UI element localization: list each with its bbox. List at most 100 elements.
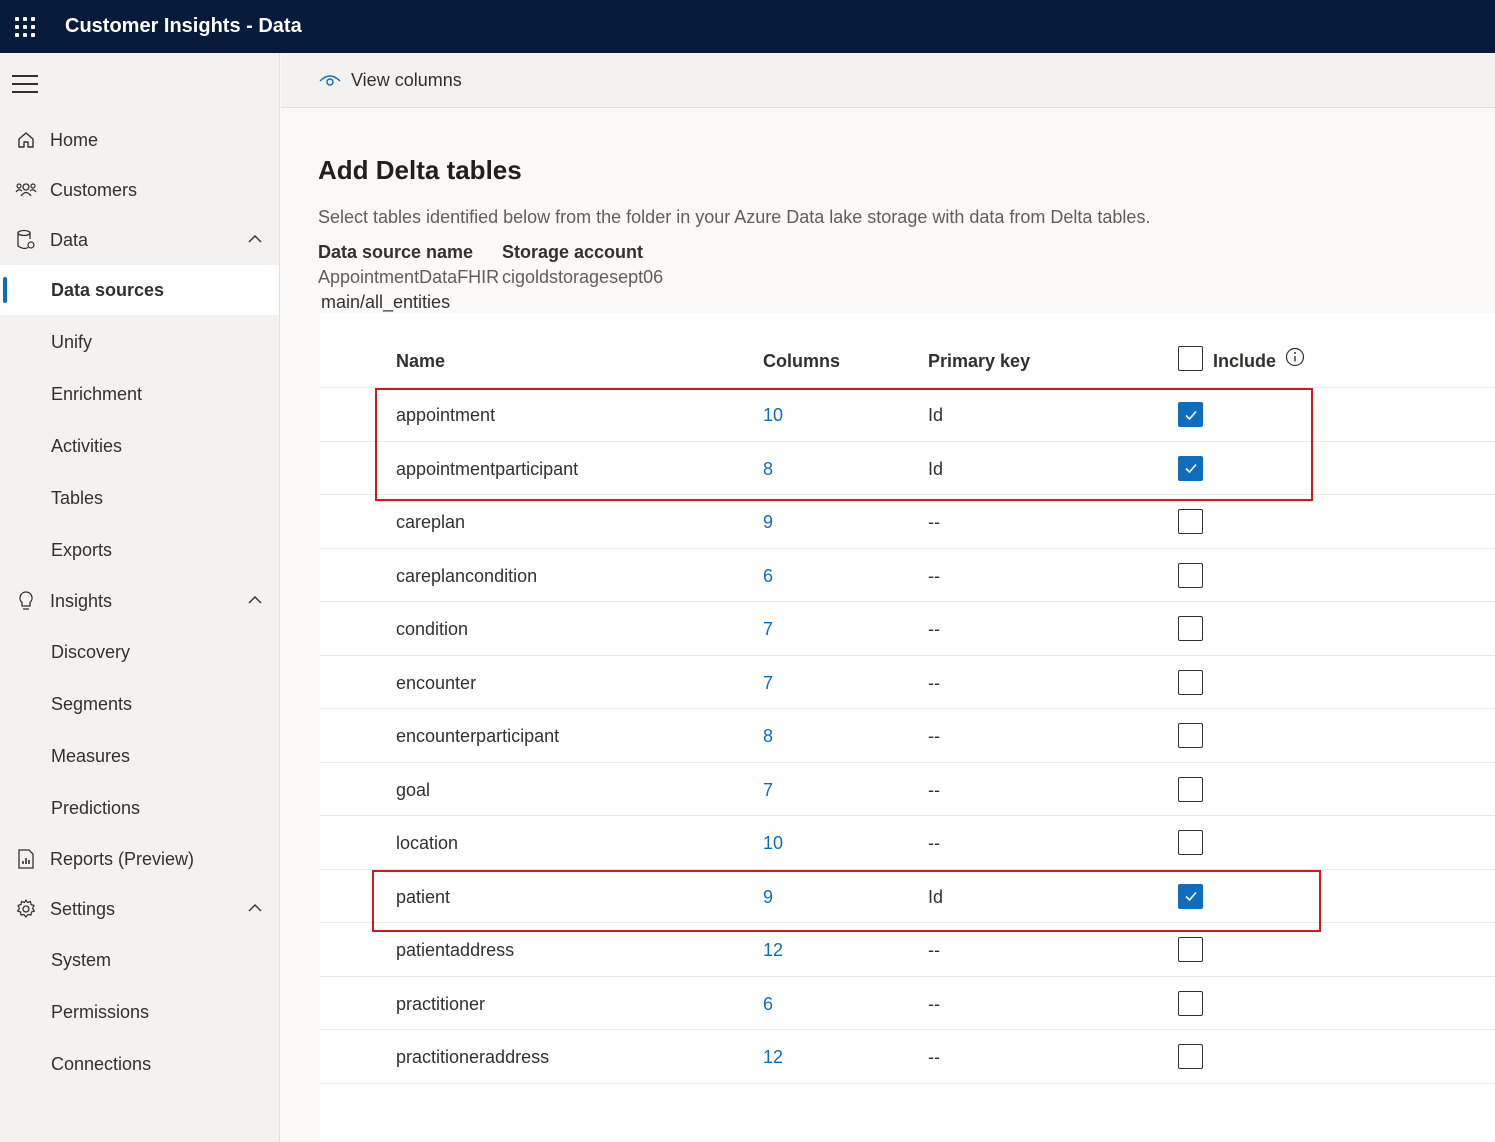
sidebar-item-label: Predictions xyxy=(51,797,141,818)
sidebar-item-label: Segments xyxy=(51,693,133,714)
app-launcher-icon[interactable] xyxy=(0,0,50,53)
row-name: appointmentparticipant xyxy=(396,458,579,479)
sidebar-item-label: System xyxy=(51,949,112,970)
row-columns-link[interactable]: 7 xyxy=(763,619,773,640)
lightbulb-icon xyxy=(14,589,38,613)
sidebar-item-predictions[interactable]: Predictions xyxy=(0,783,279,833)
chevron-up-icon[interactable] xyxy=(247,231,263,247)
table-row[interactable]: appointment 10 Id xyxy=(320,388,1495,442)
sidebar-item-label: Exports xyxy=(51,539,113,560)
sidebar-item-data[interactable]: Data xyxy=(0,215,279,265)
table-row[interactable]: practitioneraddress 12 -- xyxy=(320,1030,1495,1084)
include-checkbox[interactable] xyxy=(1178,455,1203,481)
sidebar-item-activities[interactable]: Activities xyxy=(0,421,279,471)
row-primary-key: Id xyxy=(928,405,944,425)
row-columns-link[interactable]: 12 xyxy=(763,1047,783,1068)
people-icon xyxy=(14,178,38,202)
row-columns-link[interactable]: 8 xyxy=(763,459,773,480)
table-row[interactable]: patientaddress 12 -- xyxy=(320,923,1495,977)
table-row[interactable]: careplancondition 6 -- xyxy=(320,549,1495,602)
sidebar-item-label: Reports (Preview) xyxy=(50,848,195,869)
sidebar-item-home[interactable]: Home xyxy=(0,115,279,165)
row-primary-key: Id xyxy=(928,458,944,479)
sidebar-item-insights[interactable]: Insights xyxy=(0,576,279,626)
chevron-up-icon[interactable] xyxy=(247,592,263,608)
include-checkbox[interactable] xyxy=(1178,883,1203,909)
include-checkbox[interactable] xyxy=(1178,830,1203,855)
row-columns-link[interactable]: 8 xyxy=(763,726,773,747)
row-name: practitioneraddress xyxy=(396,1047,550,1067)
sidebar-item-exports[interactable]: Exports xyxy=(0,525,279,575)
sidebar-item-label: Enrichment xyxy=(51,383,143,404)
sidebar-item-measures[interactable]: Measures xyxy=(0,731,279,781)
chevron-up-icon[interactable] xyxy=(247,900,263,916)
include-checkbox[interactable] xyxy=(1178,616,1203,641)
sidebar-item-segments[interactable]: Segments xyxy=(0,679,279,729)
sidebar-item-enrichment[interactable]: Enrichment xyxy=(0,369,279,419)
table-row[interactable]: encounterparticipant 8 -- xyxy=(320,709,1495,763)
command-bar: View columns xyxy=(281,53,1495,108)
sidebar-item-tables[interactable]: Tables xyxy=(0,473,279,523)
table-row[interactable]: practitioner 6 -- xyxy=(320,977,1495,1030)
row-columns-link[interactable]: 7 xyxy=(763,780,773,801)
top-bar: Customer Insights - Data xyxy=(0,0,1495,53)
sidebar-item-system[interactable]: System xyxy=(0,935,279,985)
include-checkbox[interactable] xyxy=(1178,562,1203,588)
delta-tables-list: Name Columns Primary key Include appoint… xyxy=(320,313,1495,1142)
sidebar-item-label: Connections xyxy=(51,1053,152,1074)
row-name: appointment xyxy=(396,405,496,425)
include-checkbox[interactable] xyxy=(1178,937,1203,962)
row-name: condition xyxy=(396,619,469,639)
row-columns-link[interactable]: 10 xyxy=(763,833,783,854)
row-columns-link[interactable]: 10 xyxy=(763,405,783,426)
include-checkbox[interactable] xyxy=(1178,669,1203,695)
row-columns-link[interactable]: 7 xyxy=(763,673,773,694)
include-checkbox[interactable] xyxy=(1178,509,1203,534)
columns-column-header[interactable]: Columns xyxy=(763,351,840,372)
sidebar-item-connections[interactable]: Connections xyxy=(0,1039,279,1089)
sidebar-item-customers[interactable]: Customers xyxy=(0,165,279,215)
primary-key-column-header[interactable]: Primary key xyxy=(928,351,1030,372)
checkmark-icon xyxy=(1184,891,1197,902)
row-columns-link[interactable]: 12 xyxy=(763,940,783,961)
include-checkbox[interactable] xyxy=(1178,1044,1203,1069)
sidebar-item-label: Home xyxy=(50,129,99,150)
report-icon xyxy=(14,847,38,871)
view-columns-button[interactable]: View columns xyxy=(319,70,462,91)
sidebar-item-reports[interactable]: Reports (Preview) xyxy=(0,834,279,884)
row-columns-link[interactable]: 9 xyxy=(763,887,773,908)
sidebar-item-label: Data sources xyxy=(51,279,165,300)
row-name: location xyxy=(396,833,459,853)
folder-path: main/all_entities xyxy=(321,292,451,312)
table-row[interactable]: encounter 7 -- xyxy=(320,656,1495,709)
table-row[interactable]: goal 7 -- xyxy=(320,763,1495,816)
row-name: goal xyxy=(396,779,431,800)
row-columns-link[interactable]: 6 xyxy=(763,566,773,587)
select-all-checkbox[interactable] xyxy=(1178,346,1203,371)
row-primary-key: -- xyxy=(928,1047,940,1067)
table-row[interactable]: patient 9 Id xyxy=(320,870,1495,923)
row-columns-link[interactable]: 9 xyxy=(763,512,773,533)
hamburger-menu-icon[interactable] xyxy=(12,75,38,93)
table-row[interactable]: location 10 -- xyxy=(320,816,1495,870)
sidebar-item-unify[interactable]: Unify xyxy=(0,317,279,367)
sidebar-item-permissions[interactable]: Permissions xyxy=(0,987,279,1037)
table-row[interactable]: condition 7 -- xyxy=(320,602,1495,656)
sidebar-item-settings[interactable]: Settings xyxy=(0,884,279,934)
row-name: patientaddress xyxy=(396,940,515,960)
name-column-header[interactable]: Name xyxy=(396,351,445,372)
row-primary-key: -- xyxy=(928,779,940,800)
sidebar-item-label: Data xyxy=(50,229,89,250)
include-checkbox[interactable] xyxy=(1178,402,1203,427)
include-checkbox[interactable] xyxy=(1178,990,1203,1016)
row-columns-link[interactable]: 6 xyxy=(763,994,773,1015)
sidebar-item-label: Customers xyxy=(50,179,138,200)
table-row[interactable]: appointmentparticipant 8 Id xyxy=(320,442,1495,495)
include-checkbox[interactable] xyxy=(1178,723,1203,748)
include-checkbox[interactable] xyxy=(1178,776,1203,802)
sidebar-item-data-sources[interactable]: Data sources xyxy=(0,265,279,315)
sidebar-item-discovery[interactable]: Discovery xyxy=(0,627,279,677)
info-icon[interactable] xyxy=(1285,347,1305,367)
sidebar-item-label: Insights xyxy=(50,590,113,611)
table-row[interactable]: careplan 9 -- xyxy=(320,495,1495,549)
